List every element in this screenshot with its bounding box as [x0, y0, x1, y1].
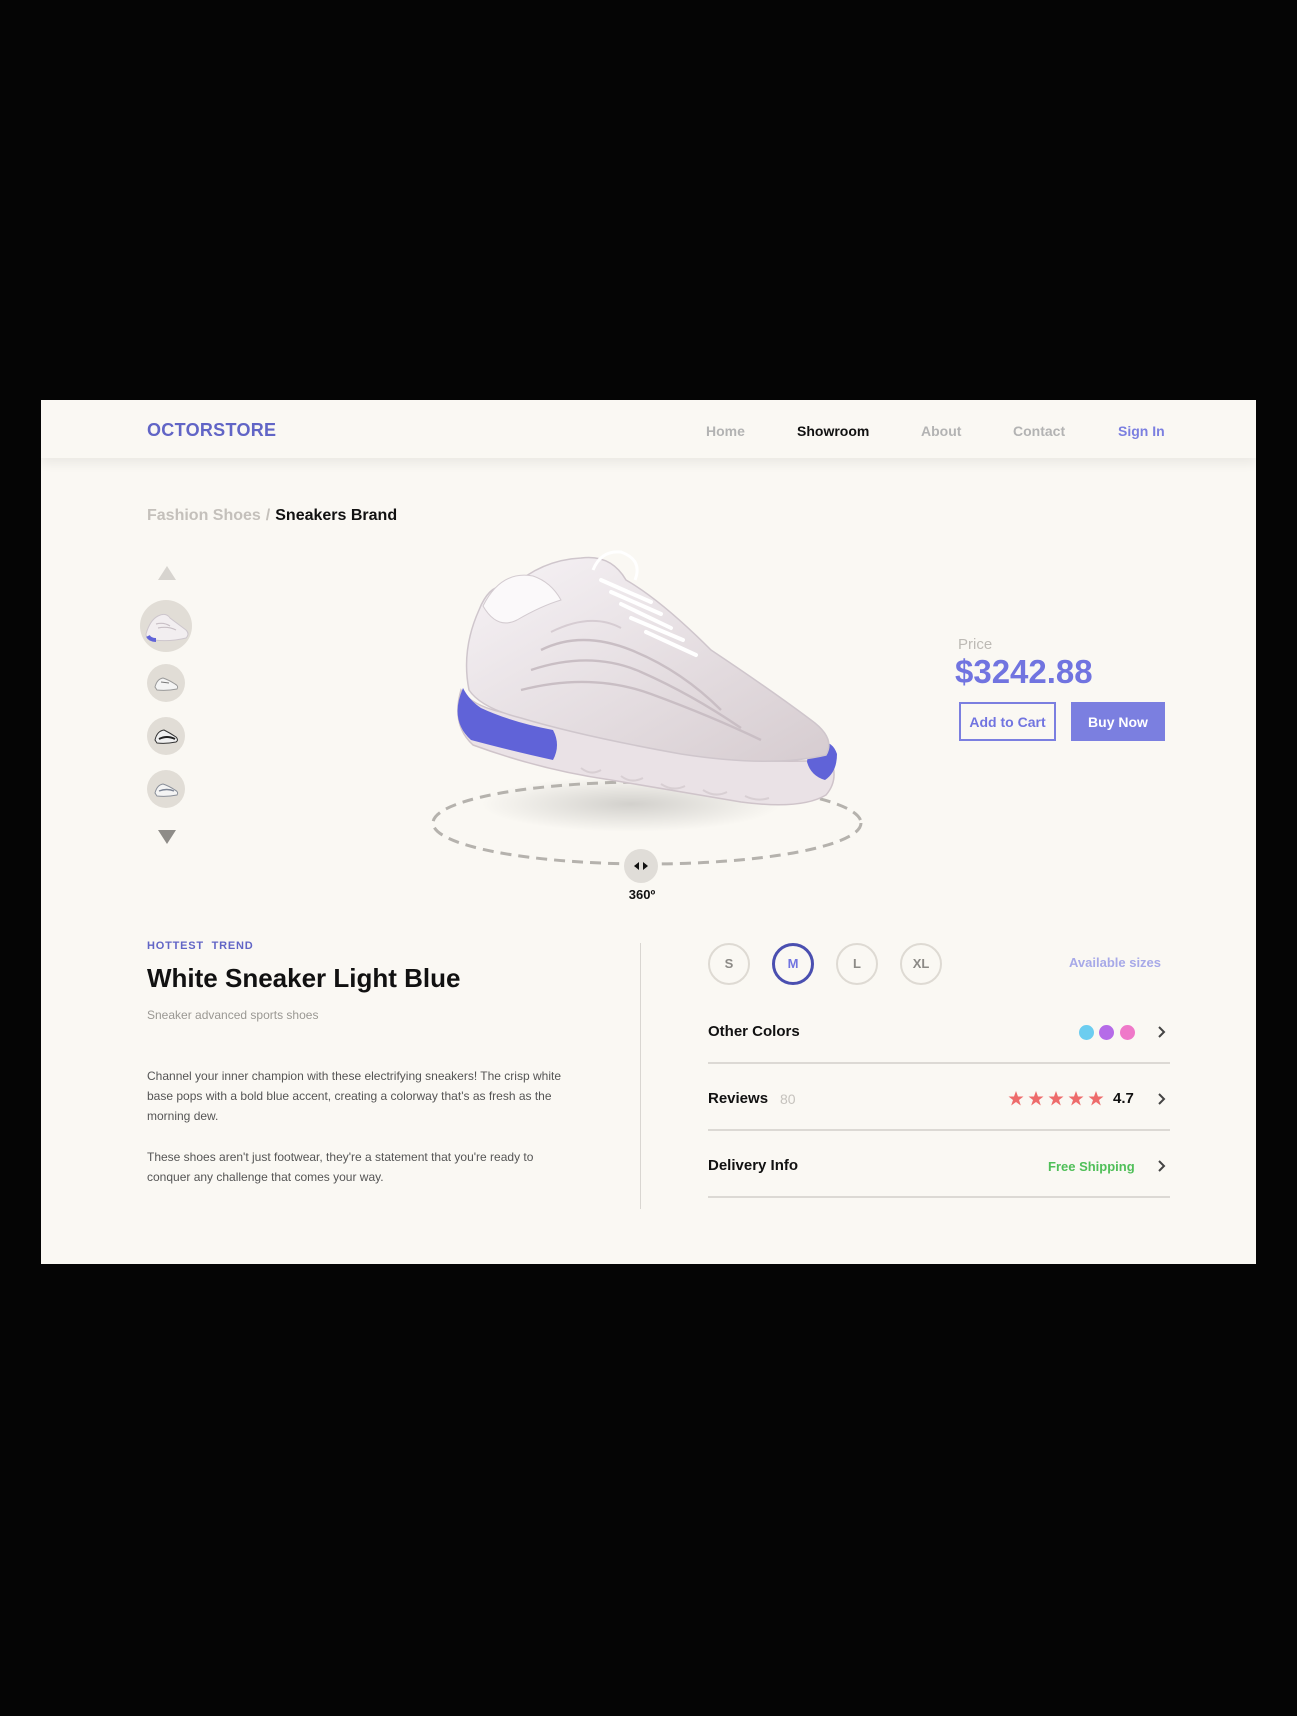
color-swatch-pink[interactable] — [1120, 1025, 1135, 1040]
nav-home[interactable]: Home — [706, 423, 745, 439]
nav-about[interactable]: About — [921, 423, 961, 439]
color-swatch-purple[interactable] — [1099, 1025, 1114, 1040]
delivery-info-row[interactable]: Delivery Info Free Shipping — [708, 1131, 1170, 1198]
breadcrumb-current: Sneakers Brand — [275, 507, 398, 524]
product-description-2: These shoes aren't just footwear, they'r… — [147, 1150, 534, 1184]
delivery-info-label: Delivery Info — [708, 1157, 799, 1174]
thumbnail-4[interactable] — [147, 770, 185, 808]
size-option-m[interactable]: M — [772, 943, 814, 985]
nav-showroom[interactable]: Showroom — [797, 423, 869, 439]
other-colors-label: Other Colors — [708, 1023, 800, 1040]
trend-tag: HOTTEST TREND — [147, 940, 254, 952]
store-logo[interactable]: OCTORSTORE — [147, 420, 276, 441]
chevron-right-icon — [1158, 1160, 1166, 1172]
breadcrumb: Fashion Shoes / Sneakers Brand — [147, 507, 397, 525]
breadcrumb-parent[interactable]: Fashion Shoes — [147, 507, 261, 524]
product-title: White Sneaker Light Blue — [147, 963, 461, 993]
rotate-arrows-icon — [634, 862, 648, 870]
sign-in-link[interactable]: Sign In — [1118, 423, 1165, 439]
product-description-1: Channel your inner champion with these e… — [147, 1069, 561, 1123]
rating-stars-icon — [1008, 1091, 1104, 1106]
reviews-label: Reviews — [708, 1090, 769, 1107]
thumbnail-2[interactable] — [147, 664, 185, 702]
buy-now-button[interactable]: Buy Now — [1071, 702, 1165, 741]
chevron-right-icon — [1158, 1026, 1166, 1038]
reviews-count: 80 — [780, 1091, 796, 1107]
product-page: OCTORSTORE Home Showroom About Contact S… — [41, 400, 1256, 1264]
add-to-cart-button[interactable]: Add to Cart — [959, 702, 1056, 741]
free-shipping-label: Free Shipping — [1048, 1159, 1135, 1174]
nav-contact[interactable]: Contact — [1013, 423, 1065, 439]
chevron-right-icon — [1158, 1093, 1166, 1105]
color-swatch-light-blue[interactable] — [1079, 1025, 1094, 1040]
available-sizes-label[interactable]: Available sizes — [1069, 955, 1161, 970]
product-subtitle: Sneaker advanced sports shoes — [147, 1008, 319, 1022]
other-colors-row[interactable]: Other Colors — [708, 997, 1170, 1064]
breadcrumb-separator: / — [265, 507, 271, 524]
size-option-s[interactable]: S — [708, 943, 750, 985]
reviews-row[interactable]: Reviews 80 4.7 — [708, 1064, 1170, 1131]
size-option-xl[interactable]: XL — [900, 943, 942, 985]
thumbnail-3[interactable] — [147, 717, 185, 755]
rating-value: 4.7 — [1113, 1090, 1134, 1107]
price-value: $3242.88 — [955, 653, 1093, 690]
thumbnail-scroll-up-icon[interactable] — [158, 566, 176, 580]
section-divider — [640, 943, 641, 1209]
size-option-l[interactable]: L — [836, 943, 878, 985]
price-label: Price — [958, 636, 993, 653]
thumbnail-scroll-down-icon[interactable] — [158, 830, 176, 844]
thumbnail-1[interactable] — [140, 600, 192, 652]
top-navbar: OCTORSTORE Home Showroom About Contact S… — [41, 400, 1256, 458]
rotate-360-label: 360º — [628, 887, 656, 902]
rotate-360-handle[interactable] — [624, 849, 658, 883]
